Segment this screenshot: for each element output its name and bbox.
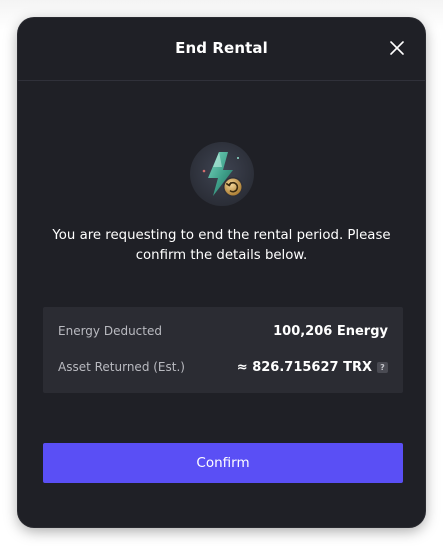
modal-title: End Rental [175, 39, 268, 57]
close-icon[interactable] [389, 40, 405, 56]
rental-details-panel: Energy Deducted 100,206 Energy Asset Ret… [43, 307, 403, 393]
end-rental-modal: End Rental You are requesting to end the… [18, 18, 425, 527]
asset-returned-value: ≈ 826.715627 TRX ? [237, 360, 388, 375]
asset-returned-amount: ≈ 826.715627 TRX [236, 359, 372, 375]
asset-returned-label: Asset Returned (Est.) [58, 360, 185, 374]
energy-return-icon [189, 141, 255, 207]
energy-deducted-amount: 100,206 Energy [273, 323, 388, 339]
modal-header: End Rental [18, 18, 425, 81]
confirm-button[interactable]: Confirm [43, 443, 403, 483]
detail-row-asset-returned: Asset Returned (Est.) ≈ 826.715627 TRX ? [58, 357, 388, 377]
confirmation-message: You are requesting to end the rental per… [52, 228, 391, 263]
energy-deducted-value: 100,206 Energy [273, 324, 388, 339]
help-icon[interactable]: ? [377, 361, 388, 373]
energy-deducted-label: Energy Deducted [58, 324, 162, 338]
detail-row-energy-deducted: Energy Deducted 100,206 Energy [58, 321, 388, 341]
